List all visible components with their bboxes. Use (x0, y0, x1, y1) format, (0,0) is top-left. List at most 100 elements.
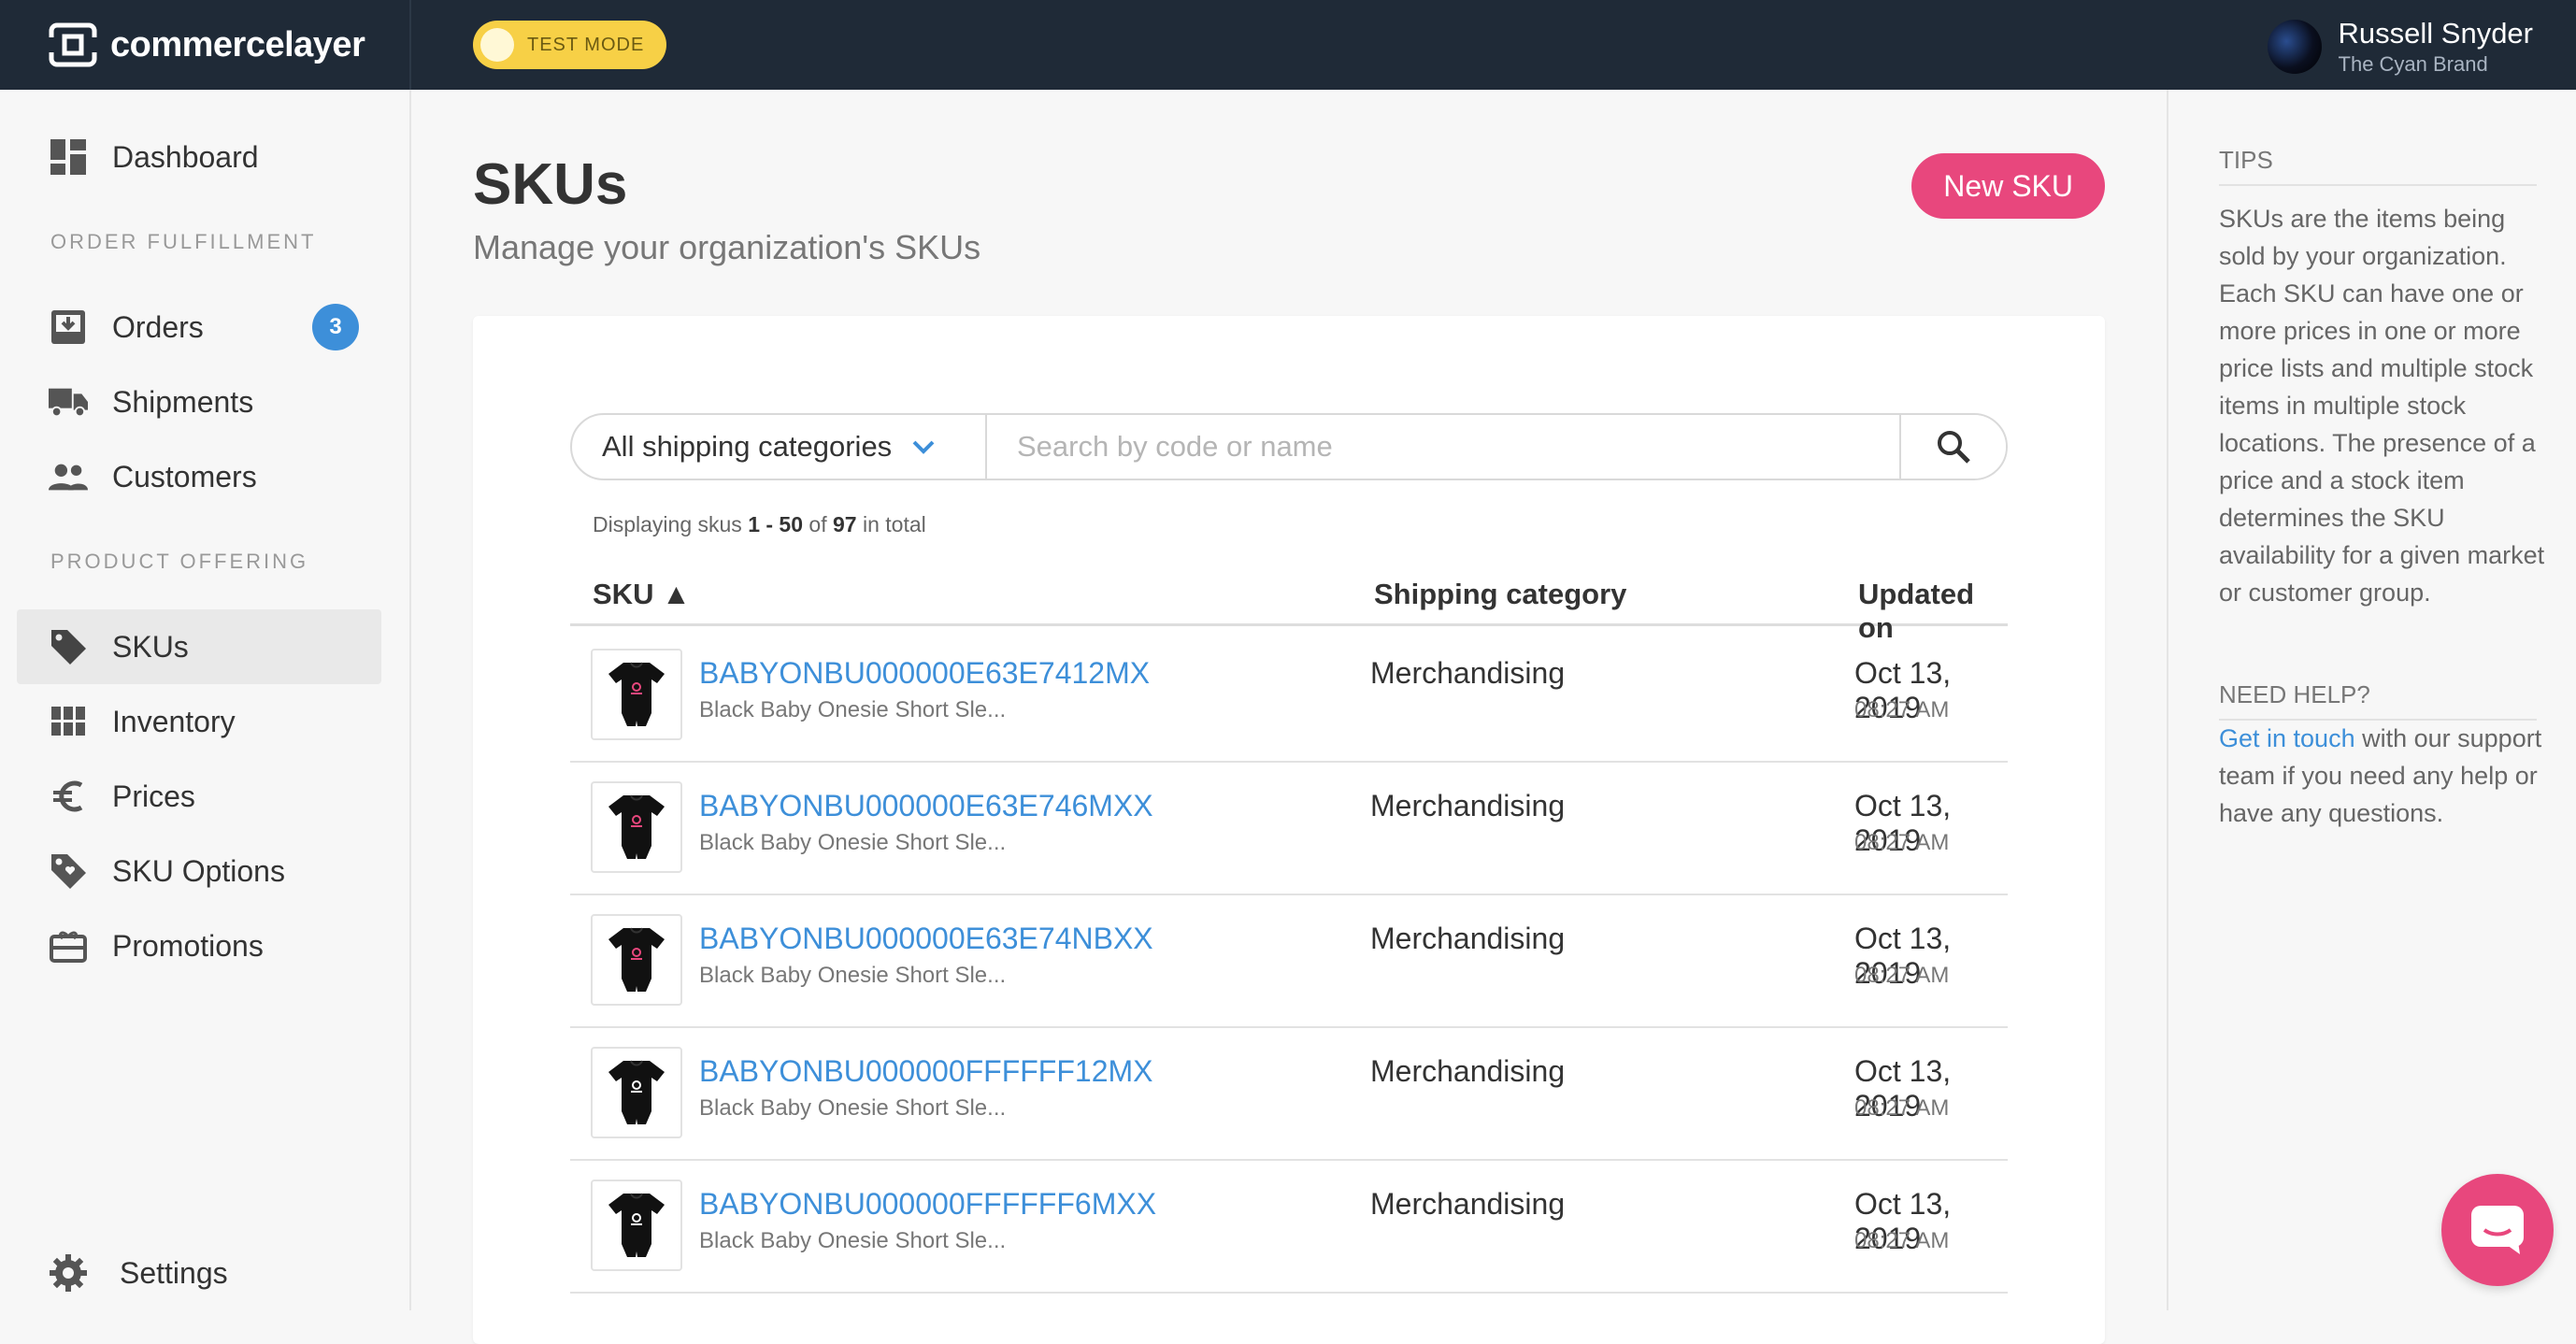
product-thumbnail (591, 781, 682, 873)
sku-code-link[interactable]: BABYONBU000000FFFFFF6MXX (699, 1187, 1156, 1222)
updated-time: 08:27 AM (1854, 1095, 1950, 1121)
top-bar: commercelayer TEST MODE Russell Snyder T… (0, 0, 2576, 90)
gear-icon (49, 1253, 88, 1293)
table-header: SKU ▲ Shipping category Updated on (570, 578, 2008, 644)
orders-count-badge: 3 (312, 304, 359, 350)
new-sku-button[interactable]: New SKU (1911, 153, 2105, 219)
updated-time: 08:27 AM (1854, 830, 1950, 855)
brand-name: commercelayer (110, 24, 365, 64)
sidebar-item-label: Shipments (112, 384, 254, 419)
section-order-fulfillment: ORDER FULFILLMENT (50, 230, 317, 253)
sku-name: Black Baby Onesie Short Sle... (699, 830, 1007, 855)
updated-time: 08:27 AM (1854, 697, 1950, 722)
sidebar-item-label: SKUs (112, 629, 189, 664)
truck-icon (49, 382, 88, 422)
main-content: SKUs Manage your organization's SKUs New… (413, 90, 2167, 1344)
summary-prefix: Displaying skus (593, 512, 742, 536)
filter-bar: All shipping categories (570, 413, 2008, 480)
table-row[interactable]: BABYONBU000000E63E7412MX Black Baby Onesi… (570, 630, 2008, 763)
table-row[interactable]: BABYONBU000000FFFFFF6MXX Black Baby Onesi… (570, 1161, 2008, 1294)
table-row[interactable]: BABYONBU000000E63E74NBXX Black Baby Onesi… (570, 895, 2008, 1028)
gift-card-icon (49, 926, 88, 965)
search-button[interactable] (1899, 415, 2006, 479)
sidebar-item-skus[interactable]: SKUs (17, 609, 381, 684)
brand[interactable]: commercelayer (0, 0, 411, 90)
sidebar-item-sku-options[interactable]: SKU Options (17, 834, 381, 908)
test-mode-toggle[interactable]: TEST MODE (473, 21, 667, 69)
commercelayer-logo-icon (49, 22, 97, 67)
category-select-value: All shipping categories (602, 430, 893, 463)
tag-heart-icon (49, 851, 88, 891)
shipping-category-cell: Merchandising (1370, 656, 1566, 690)
sku-list-card: All shipping categories Displaying skus … (473, 316, 2105, 1344)
sidebar-item-customers[interactable]: Customers (17, 439, 381, 514)
tips-heading: TIPS (2219, 146, 2537, 186)
summary-suffix: in total (862, 512, 926, 536)
people-icon (49, 457, 88, 496)
onesie-image (608, 1060, 665, 1124)
product-thumbnail (591, 914, 682, 1006)
shipping-category-cell: Merchandising (1370, 1054, 1566, 1088)
column-sku[interactable]: SKU ▲ (593, 578, 691, 611)
sidebar-item-label: Promotions (112, 928, 264, 963)
onesie-image (608, 1193, 665, 1257)
chat-launcher-button[interactable] (2441, 1174, 2554, 1286)
sku-code-link[interactable]: BABYONBU000000E63E74NBXX (699, 922, 1153, 956)
need-help-body: Get in touch with our support team if yo… (2219, 720, 2546, 832)
need-help-heading: NEED HELP? (2219, 680, 2537, 721)
euro-icon (49, 777, 88, 816)
sidebar-item-label: Orders (112, 309, 204, 344)
dashboard-icon (49, 137, 88, 177)
page-subtitle: Manage your organization's SKUs (473, 228, 981, 266)
user-org: The Cyan Brand (2338, 52, 2488, 76)
chat-icon (2471, 1206, 2524, 1254)
sidebar: Dashboard ORDER FULFILLMENT Orders 3 Shi… (0, 90, 411, 1310)
search-input[interactable] (987, 415, 1899, 479)
updated-time: 08:27 AM (1854, 1228, 1950, 1253)
sidebar-item-shipments[interactable]: Shipments (17, 365, 381, 439)
avatar (2267, 20, 2322, 74)
table-row[interactable]: BABYONBU000000E63E746MXX Black Baby Onesi… (570, 763, 2008, 895)
sidebar-item-prices[interactable]: Prices (17, 759, 381, 834)
shipping-category-cell: Merchandising (1370, 1187, 1566, 1221)
test-mode-label: TEST MODE (527, 34, 645, 55)
results-summary: Displaying skus 1 - 50 of 97 in total (593, 512, 926, 537)
summary-of: of (809, 512, 827, 536)
column-shipping-category[interactable]: Shipping category (1374, 578, 1626, 611)
toggle-knob (480, 28, 514, 62)
shipping-category-cell: Merchandising (1370, 789, 1566, 822)
product-thumbnail (591, 649, 682, 740)
sku-name: Black Baby Onesie Short Sle... (699, 697, 1007, 722)
summary-total: 97 (832, 512, 857, 536)
chevron-down-icon (912, 440, 935, 454)
get-in-touch-link[interactable]: Get in touch (2219, 724, 2355, 752)
sidebar-item-settings[interactable]: Settings (17, 1236, 381, 1310)
summary-range: 1 - 50 (748, 512, 804, 536)
shipping-category-cell: Merchandising (1370, 922, 1566, 955)
updated-time: 08:27 AM (1854, 963, 1950, 988)
tips-panel: TIPS SKUs are the items being sold by yo… (2167, 90, 2576, 1310)
search-icon (1938, 431, 1970, 464)
shipping-category-select[interactable]: All shipping categories (572, 415, 987, 479)
onesie-image (608, 927, 665, 992)
sidebar-item-label: Settings (120, 1255, 228, 1290)
user-menu[interactable]: Russell Snyder The Cyan Brand (2267, 17, 2533, 77)
sku-code-link[interactable]: BABYONBU000000FFFFFF12MX (699, 1054, 1152, 1089)
tips-body: SKUs are the items being sold by your or… (2219, 205, 2545, 607)
sidebar-item-orders[interactable]: Orders 3 (17, 290, 381, 365)
table-row[interactable]: BABYONBU000000FFFFFF12MX Black Baby Onesi… (570, 1028, 2008, 1161)
sidebar-item-inventory[interactable]: Inventory (17, 684, 381, 759)
grid-icon (49, 702, 88, 741)
inbox-icon (49, 307, 88, 347)
sku-name: Black Baby Onesie Short Sle... (699, 1228, 1007, 1253)
sidebar-item-label: Inventory (112, 704, 236, 738)
sidebar-item-label: Dashboard (112, 139, 259, 174)
sku-code-link[interactable]: BABYONBU000000E63E746MXX (699, 789, 1153, 823)
sidebar-item-label: SKU Options (112, 853, 285, 888)
product-thumbnail (591, 1180, 682, 1271)
tag-icon (49, 627, 88, 666)
sku-code-link[interactable]: BABYONBU000000E63E7412MX (699, 656, 1150, 691)
sidebar-item-promotions[interactable]: Promotions (17, 908, 381, 983)
sidebar-item-label: Prices (112, 779, 195, 813)
sidebar-item-dashboard[interactable]: Dashboard (17, 120, 381, 194)
